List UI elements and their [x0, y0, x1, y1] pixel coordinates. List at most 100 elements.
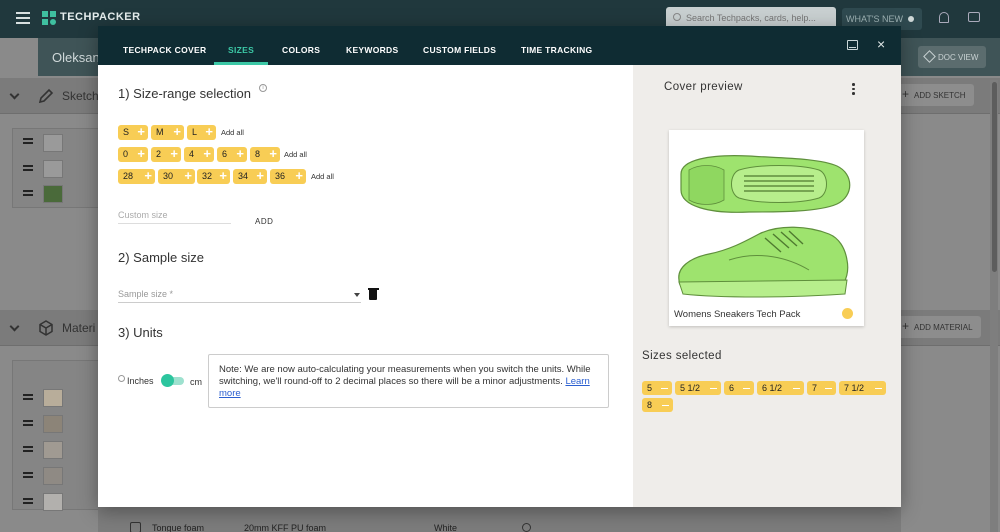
- selected-size-chip[interactable]: 6: [724, 381, 754, 395]
- size-chip-add[interactable]: 0 +: [118, 147, 148, 162]
- add-all-link[interactable]: Add all: [284, 150, 307, 159]
- minus-icon[interactable]: [710, 387, 717, 390]
- add-all-link[interactable]: Add all: [311, 172, 334, 181]
- chevron-down-icon[interactable]: [9, 321, 20, 332]
- whats-new-dot-icon: [908, 16, 914, 22]
- size-chip-add[interactable]: 2 +: [151, 147, 181, 162]
- caret-down-icon[interactable]: [354, 293, 360, 297]
- custom-size-input[interactable]: Custom size: [118, 210, 231, 224]
- page-scrollbar-thumb[interactable]: [992, 82, 997, 272]
- layers-icon: [923, 50, 936, 63]
- tab-techpack-cover[interactable]: TECHPACK COVER: [123, 45, 206, 55]
- selected-size-chip[interactable]: 5: [642, 381, 672, 395]
- sample-size-heading: 2) Sample size: [118, 250, 204, 265]
- trash-icon[interactable]: [367, 287, 379, 300]
- size-chip-add[interactable]: 28 +: [118, 169, 155, 184]
- selected-size-label: 5: [647, 383, 653, 393]
- drag-handle-icon[interactable]: [23, 446, 33, 452]
- drag-handle-icon[interactable]: [23, 498, 33, 504]
- selected-size-chip[interactable]: 8: [642, 398, 673, 412]
- sizes-dialog: TECHPACK COVER SIZES COLORS KEYWORDS CUS…: [98, 26, 901, 507]
- material-thumbnail[interactable]: [43, 415, 63, 433]
- add-sketch-button[interactable]: ADD SKETCH: [898, 84, 974, 106]
- drag-handle-icon[interactable]: [23, 420, 33, 426]
- add-custom-size-button[interactable]: ADD: [255, 217, 273, 226]
- info-icon[interactable]: i: [259, 84, 267, 92]
- size-chip-add[interactable]: M +: [151, 125, 184, 140]
- add-material-button[interactable]: ADD MATERIAL: [898, 316, 981, 338]
- sketch-thumbnail[interactable]: [43, 134, 63, 152]
- selected-size-chip[interactable]: 7: [807, 381, 836, 395]
- chevron-down-icon[interactable]: [9, 89, 20, 100]
- size-chip-add[interactable]: 30 +: [158, 169, 195, 184]
- tab-time-tracking[interactable]: TIME TRACKING: [521, 45, 592, 55]
- units-toggle-knob[interactable]: [161, 374, 174, 387]
- size-chip-label: 6: [222, 149, 228, 159]
- material-description: 20mm KFF PU foam: [244, 523, 327, 532]
- sketch-thumbnail[interactable]: [43, 185, 63, 203]
- size-chip-add[interactable]: S +: [118, 125, 148, 140]
- drag-handle-icon[interactable]: [23, 138, 33, 144]
- doc-view-label: DOC VIEW: [938, 53, 979, 62]
- sketch-list: [12, 128, 102, 208]
- drag-handle-icon[interactable]: [23, 394, 33, 400]
- minus-icon[interactable]: [662, 404, 669, 407]
- drag-handle-icon[interactable]: [23, 165, 33, 171]
- minus-icon[interactable]: [743, 387, 750, 390]
- selected-size-chip[interactable]: 5 1/2: [675, 381, 721, 395]
- size-chip-label: S: [123, 127, 130, 137]
- size-chip-label: 30: [163, 171, 174, 181]
- plus-icon: +: [236, 146, 244, 161]
- techpack-name: Womens Sneakers Tech Pack: [674, 309, 801, 320]
- selected-size-chip[interactable]: 6 1/2: [757, 381, 804, 395]
- sample-size-select[interactable]: Sample size *: [118, 289, 361, 303]
- cm-label: cm: [190, 377, 202, 387]
- size-chip-add[interactable]: L +: [187, 125, 216, 140]
- dialog-header: TECHPACK COVER SIZES COLORS KEYWORDS CUS…: [98, 26, 901, 65]
- close-icon[interactable]: ×: [877, 37, 885, 51]
- tab-sizes[interactable]: SIZES: [228, 45, 254, 55]
- whats-new-label: WHAT'S NEW: [846, 14, 904, 24]
- size-chip-add[interactable]: 8 +: [250, 147, 280, 162]
- drag-handle-icon[interactable]: [23, 190, 33, 196]
- material-thumbnail[interactable]: [43, 389, 63, 407]
- techpack-cover-card[interactable]: Womens Sneakers Tech Pack: [669, 130, 864, 326]
- minus-icon[interactable]: [875, 387, 882, 390]
- info-icon[interactable]: [118, 375, 125, 382]
- size-chip-label: M: [156, 127, 164, 137]
- material-thumbnail[interactable]: [43, 441, 63, 459]
- minus-icon[interactable]: [661, 387, 668, 390]
- size-chip-add[interactable]: 32 +: [197, 169, 230, 184]
- add-all-link[interactable]: Add all: [221, 128, 244, 137]
- bell-icon[interactable]: [939, 12, 949, 23]
- doc-view-button[interactable]: DOC VIEW: [918, 46, 986, 68]
- plus-icon: +: [173, 124, 181, 139]
- material-thumbnail[interactable]: [43, 493, 63, 511]
- size-chip-add[interactable]: 36 +: [270, 169, 306, 184]
- tab-custom-fields[interactable]: CUSTOM FIELDS: [423, 45, 496, 55]
- sizes-settings-pane: 1) Size-range selection i S + M + L + Add a…: [98, 65, 633, 507]
- minus-icon[interactable]: [793, 387, 800, 390]
- settings-icon[interactable]: [522, 523, 531, 532]
- table-row[interactable]: Tongue foam 20mm KFF PU foam White: [98, 507, 901, 532]
- tablet-view-icon[interactable]: [847, 40, 858, 50]
- size-chip-add[interactable]: 34 +: [233, 169, 267, 184]
- plus-icon: +: [184, 168, 192, 183]
- drag-handle-icon[interactable]: [23, 472, 33, 478]
- tab-colors[interactable]: COLORS: [282, 45, 320, 55]
- plus-icon: +: [144, 168, 152, 183]
- tab-keywords[interactable]: KEYWORDS: [346, 45, 398, 55]
- sketch-thumbnail[interactable]: [43, 160, 63, 178]
- inches-label: Inches: [127, 376, 154, 386]
- minus-icon[interactable]: [825, 387, 832, 390]
- units-note-text: Note: We are now auto-calculating your m…: [219, 364, 591, 387]
- more-vert-icon[interactable]: [852, 83, 855, 97]
- feedback-icon[interactable]: [968, 12, 980, 22]
- size-chip-add[interactable]: 6 +: [217, 147, 247, 162]
- plus-icon: +: [269, 146, 277, 161]
- menu-icon[interactable]: [16, 12, 30, 24]
- row-checkbox[interactable]: [130, 522, 141, 532]
- size-chip-add[interactable]: 4 +: [184, 147, 214, 162]
- material-thumbnail[interactable]: [43, 467, 63, 485]
- selected-size-chip[interactable]: 7 1/2: [839, 381, 886, 395]
